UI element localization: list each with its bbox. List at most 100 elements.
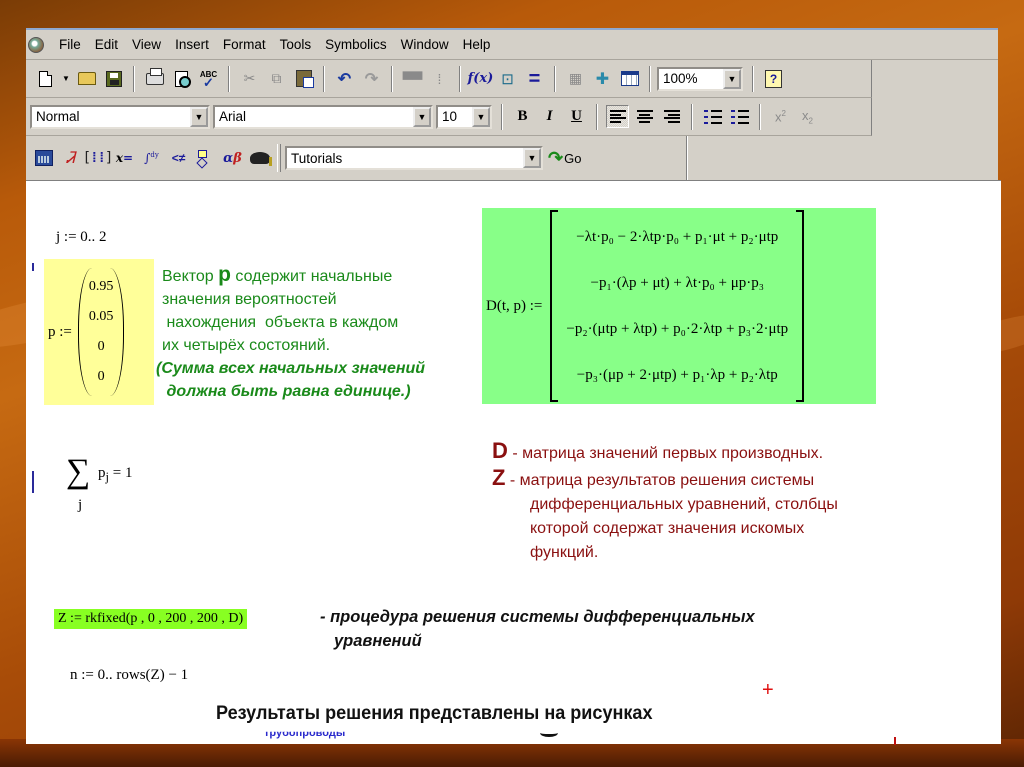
calculator-toolbar-button[interactable] — [32, 147, 55, 170]
save-disk-icon — [105, 70, 122, 87]
vector-p-definition[interactable]: p := 0.95 0.05 0 0 — [44, 259, 154, 405]
matrix-icon: [⁞⁞] — [82, 149, 114, 166]
menu-help[interactable]: Help — [456, 37, 498, 52]
align-left-button[interactable] — [606, 105, 629, 128]
matrix-D-definition[interactable]: D(t, p) := −λt·p₀ − 2·λtp·p₀ + p₁·μt + p… — [482, 208, 876, 404]
chevron-down-icon[interactable]: ▼ — [413, 106, 431, 127]
toolbar-separator — [759, 103, 761, 130]
save-button[interactable] — [102, 67, 125, 90]
help-question-icon: ? — [765, 69, 782, 88]
insert-component-button[interactable]: ▦ — [564, 67, 587, 90]
note-line: нахождения объекта в каждом — [162, 314, 399, 331]
align-across-icon: ▀▀ — [402, 70, 423, 87]
note-line: должна быть равна единице.) — [162, 383, 411, 400]
toolbar-separator — [459, 65, 461, 92]
note-line: значения вероятностей — [162, 291, 337, 308]
menu-view[interactable]: View — [125, 37, 168, 52]
menu-format[interactable]: Format — [216, 37, 273, 52]
align-center-button[interactable] — [633, 105, 656, 128]
font-size-value: 10 — [442, 109, 458, 124]
menu-file[interactable]: File — [52, 37, 88, 52]
graph-toolbar-button[interactable]: Ꮨ — [59, 147, 82, 170]
redo-button[interactable]: ↷ — [360, 67, 383, 90]
font-select[interactable]: Arial ▼ — [213, 104, 433, 129]
new-dropdown-button[interactable]: ▼ — [61, 67, 71, 90]
sum-equation[interactable]: ∑ j pj = 1 — [66, 453, 176, 523]
style-select[interactable]: Normal ▼ — [30, 104, 210, 129]
matrix-D-label: D(t, p) := — [486, 297, 543, 314]
spell-check-button[interactable]: ABC ✓ — [197, 67, 220, 90]
undo-button[interactable]: ↶ — [333, 67, 356, 90]
resource-center-button[interactable]: ✚ — [591, 67, 614, 90]
print-preview-icon — [175, 70, 191, 88]
range-n-definition[interactable]: n := 0.. rows(Z) − 1 — [70, 667, 188, 684]
subscript-button[interactable]: x2 — [796, 105, 819, 128]
insert-unit-button[interactable]: ⊡ — [496, 67, 519, 90]
menu-symbolics[interactable]: Symbolics — [318, 37, 394, 52]
vector-p-label: p := — [48, 323, 72, 340]
align-across-button[interactable]: ▀▀ — [401, 67, 424, 90]
menu-edit[interactable]: Edit — [88, 37, 125, 52]
menu-insert[interactable]: Insert — [168, 37, 216, 52]
resources-select[interactable]: Tutorials ▼ — [285, 146, 543, 170]
zoom-select[interactable]: 100% ▼ — [657, 66, 743, 91]
symbolic-toolbar-button[interactable] — [248, 147, 272, 170]
align-right-button[interactable] — [660, 105, 683, 128]
bullets-button[interactable] — [701, 105, 724, 128]
zoom-value: 100% — [663, 71, 698, 86]
menu-window[interactable]: Window — [394, 37, 456, 52]
boolean-toolbar-button[interactable]: <≠ — [167, 147, 190, 170]
calculus-icon: ∫dy — [144, 151, 159, 165]
function-fx-icon: f(x) — [467, 71, 494, 86]
open-button[interactable] — [75, 67, 98, 90]
new-document-button[interactable] — [34, 67, 57, 90]
cut-button[interactable]: ✂ — [238, 67, 261, 90]
superscript-icon: x2 — [775, 108, 786, 125]
greek-icon: αβ — [223, 150, 242, 166]
greek-toolbar-button[interactable]: αβ — [221, 147, 244, 170]
underline-button[interactable]: U — [565, 105, 588, 128]
calculate-button[interactable]: = — [523, 67, 546, 90]
bold-button[interactable]: B — [511, 105, 534, 128]
vector-value: 0.05 — [88, 309, 114, 324]
rkfixed-note-line: - процедура решения системы дифференциал… — [320, 608, 755, 626]
italic-button[interactable]: I — [538, 105, 561, 128]
chevron-down-icon[interactable]: ▼ — [723, 68, 741, 89]
go-button[interactable]: ↷ Go — [548, 147, 581, 170]
sum-term: pj = 1 — [98, 465, 133, 484]
evaluation-toolbar-button[interactable]: x= — [113, 147, 136, 170]
insert-table-button[interactable] — [618, 67, 641, 90]
paste-button[interactable] — [292, 67, 315, 90]
app-icon[interactable] — [28, 36, 44, 53]
programming-toolbar-button[interactable] — [194, 147, 217, 170]
range-j-definition[interactable]: j := 0.. 2 — [56, 229, 107, 246]
worksheet[interactable]: j := 0.. 2 p := 0.95 0.05 0 0 Вектор p с… — [26, 180, 1001, 745]
insert-function-button[interactable]: f(x) — [467, 67, 494, 90]
puzzle-icon: ✚ — [595, 70, 610, 88]
matrix-toolbar-button[interactable]: [⁞⁞] — [83, 147, 114, 170]
help-button[interactable]: ? — [762, 67, 785, 90]
undo-icon: ↶ — [337, 70, 352, 88]
chevron-down-icon[interactable]: ▼ — [472, 106, 490, 127]
print-button[interactable] — [143, 67, 166, 90]
copy-button[interactable]: ⧉ — [265, 67, 288, 90]
menu-tools[interactable]: Tools — [273, 37, 319, 52]
align-down-button[interactable]: ⁞ — [428, 67, 451, 90]
font-size-select[interactable]: 10 ▼ — [436, 104, 492, 129]
numbering-button[interactable] — [728, 105, 751, 128]
numbered-list-icon — [730, 109, 749, 124]
cursor-marker — [32, 471, 34, 493]
calculator-icon — [34, 150, 53, 166]
toolbar-separator — [596, 103, 598, 130]
chevron-down-icon[interactable]: ▼ — [523, 148, 541, 168]
definition-line: функций. — [530, 544, 599, 561]
print-preview-button[interactable] — [170, 67, 193, 90]
rkfixed-definition[interactable]: Z := rkfixed(p , 0 , 200 , 200 , D) — [54, 609, 248, 629]
chevron-down-icon[interactable]: ▼ — [190, 106, 208, 127]
standard-toolbar: ▼ ABC ✓ ✂ ⧉ ↶ ↷ ▀▀ ⁞ f(x) ⊡ = ▦ ✚ 100% ▼ … — [26, 60, 872, 98]
toolbar-separator — [133, 65, 135, 92]
superscript-button[interactable]: x2 — [769, 105, 792, 128]
printer-icon — [145, 67, 164, 85]
toolbar-grip[interactable] — [277, 144, 281, 172]
calculus-toolbar-button[interactable]: ∫dy — [140, 147, 163, 170]
